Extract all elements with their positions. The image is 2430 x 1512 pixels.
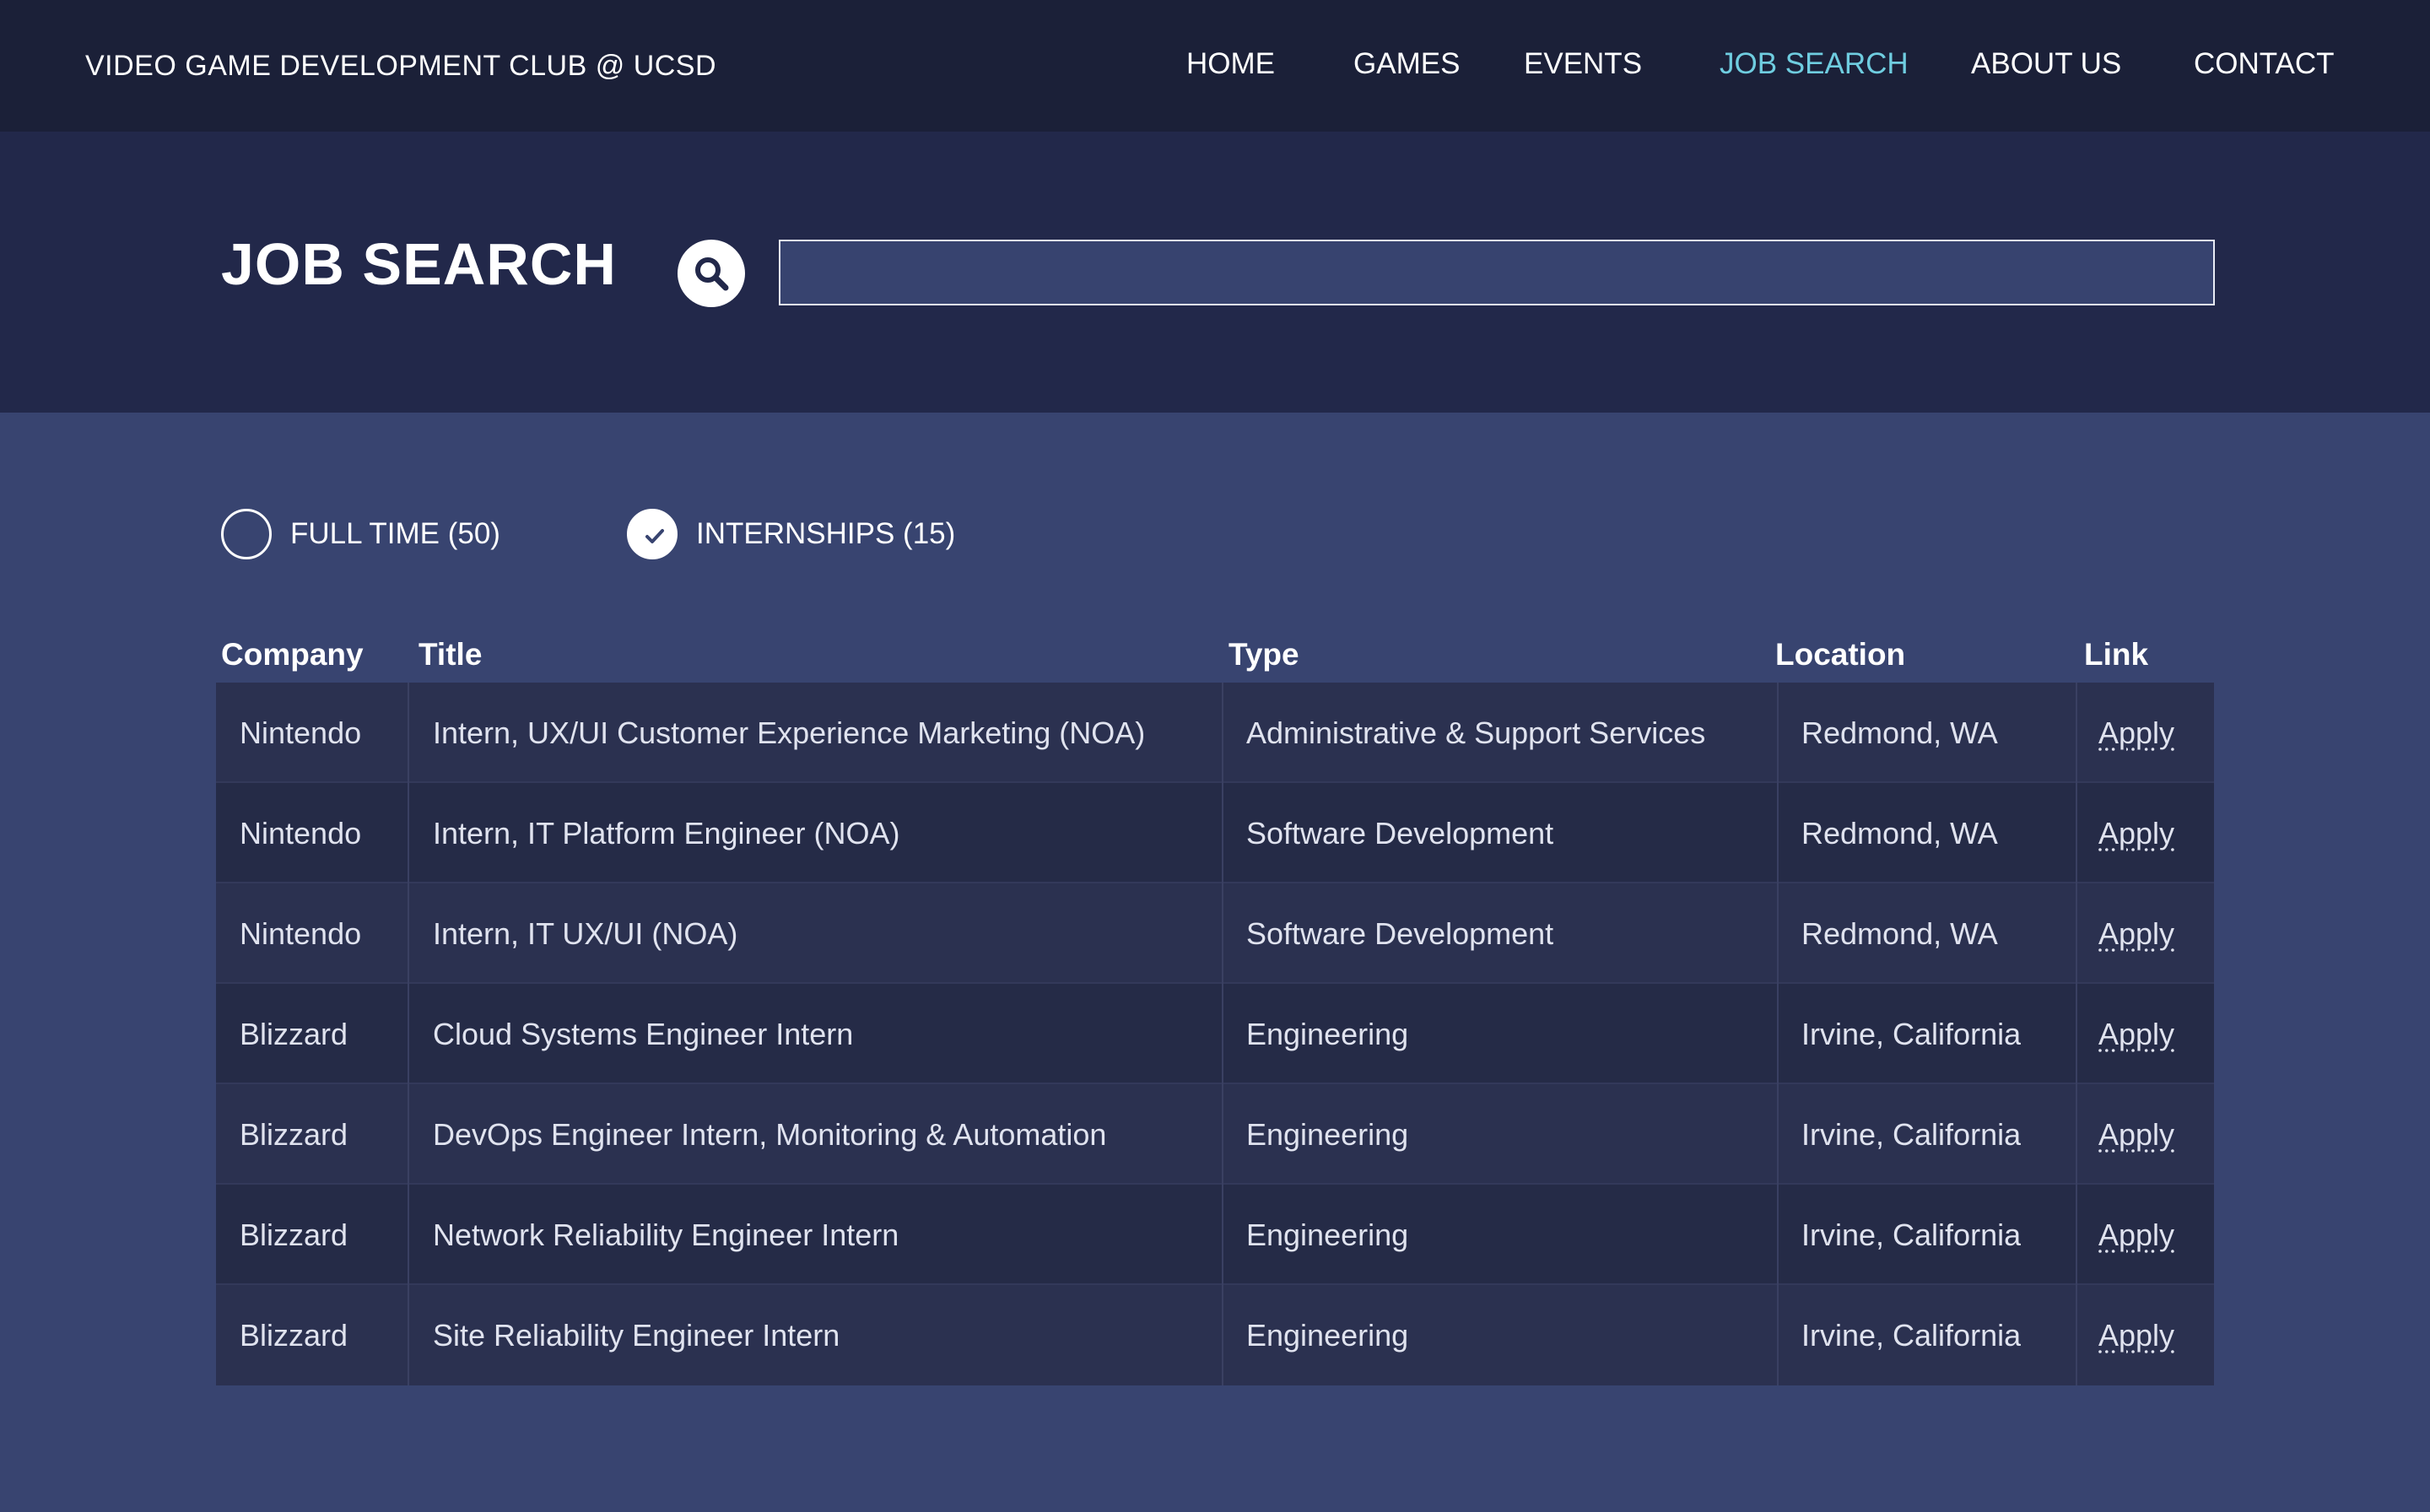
cell-location: Redmond, WA xyxy=(1801,716,1998,750)
column-header-company: Company xyxy=(221,637,364,672)
search-hero: JOB SEARCH xyxy=(0,132,2430,413)
jobs-table: Nintendo Intern, UX/UI Customer Experien… xyxy=(216,683,2214,1385)
apply-link[interactable]: Apply xyxy=(2098,1318,2174,1353)
table-row: Blizzard Cloud Systems Engineer Intern E… xyxy=(216,984,2214,1084)
column-divider xyxy=(2076,883,2077,984)
column-divider xyxy=(1222,1185,1223,1285)
column-divider xyxy=(1222,1285,1223,1385)
table-row: Nintendo Intern, UX/UI Customer Experien… xyxy=(216,683,2214,783)
table-row: Nintendo Intern, IT UX/UI (NOA) Software… xyxy=(216,883,2214,984)
nav-item-about-us[interactable]: ABOUT US xyxy=(1971,0,2121,128)
apply-link[interactable]: Apply xyxy=(2098,1017,2174,1051)
checkmark-icon xyxy=(645,529,664,543)
column-divider xyxy=(2076,1185,2077,1285)
column-divider xyxy=(408,1185,409,1285)
column-divider xyxy=(2076,683,2077,783)
cell-location: Irvine, California xyxy=(1801,1218,2022,1252)
apply-link[interactable]: Apply xyxy=(2098,916,2174,951)
column-divider xyxy=(1777,1084,1779,1185)
filter-internships-label: INTERNSHIPS (15) xyxy=(696,517,956,550)
cell-type: Engineering xyxy=(1246,1318,1409,1353)
cell-title: Cloud Systems Engineer Intern xyxy=(433,1017,854,1051)
column-divider xyxy=(408,683,409,783)
column-divider xyxy=(408,783,409,883)
column-divider xyxy=(1222,783,1223,883)
navbar: VIDEO GAME DEVELOPMENT CLUB @ UCSD HOME … xyxy=(0,0,2430,132)
column-header-link: Link xyxy=(2084,637,2149,672)
table-header: Company Title Type Location Link xyxy=(0,634,2430,675)
filter-internships[interactable]: INTERNSHIPS (15) xyxy=(627,508,955,560)
column-divider xyxy=(1222,984,1223,1084)
column-divider xyxy=(408,984,409,1084)
table-row: Blizzard Network Reliability Engineer In… xyxy=(216,1185,2214,1285)
column-divider xyxy=(2076,783,2077,883)
cell-company: Blizzard xyxy=(240,1218,348,1252)
cell-type: Engineering xyxy=(1246,1017,1409,1051)
column-divider xyxy=(1222,683,1223,783)
cell-company: Blizzard xyxy=(240,1017,348,1051)
full-time-radio[interactable] xyxy=(221,509,272,559)
column-divider xyxy=(1777,1285,1779,1385)
cell-location: Irvine, California xyxy=(1801,1117,2022,1152)
cell-company: Nintendo xyxy=(240,916,362,951)
cell-company: Nintendo xyxy=(240,716,362,750)
nav-item-games[interactable]: GAMES xyxy=(1353,0,1460,128)
cell-title: Network Reliability Engineer Intern xyxy=(433,1218,899,1252)
cell-type: Software Development xyxy=(1246,816,1554,850)
nav-item-home[interactable]: HOME xyxy=(1186,0,1275,128)
apply-link[interactable]: Apply xyxy=(2098,1218,2174,1252)
search-input[interactable] xyxy=(779,240,2215,305)
cell-location: Irvine, California xyxy=(1801,1017,2022,1051)
cell-location: Irvine, California xyxy=(1801,1318,2022,1353)
column-header-location: Location xyxy=(1775,637,1906,672)
table-row: Blizzard Site Reliability Engineer Inter… xyxy=(216,1285,2214,1385)
column-divider xyxy=(1777,883,1779,984)
column-divider xyxy=(2076,984,2077,1084)
cell-type: Engineering xyxy=(1246,1218,1409,1252)
column-divider xyxy=(2076,1084,2077,1185)
cell-company: Blizzard xyxy=(240,1117,348,1152)
filter-full-time[interactable]: FULL TIME (50) xyxy=(221,508,500,560)
column-header-type: Type xyxy=(1228,637,1299,672)
search-button[interactable] xyxy=(678,240,745,307)
cell-title: Intern, IT Platform Engineer (NOA) xyxy=(433,816,900,850)
cell-title: Intern, UX/UI Customer Experience Market… xyxy=(433,716,1146,750)
table-row: Nintendo Intern, IT Platform Engineer (N… xyxy=(216,783,2214,883)
cell-type: Software Development xyxy=(1246,916,1554,951)
column-divider xyxy=(1222,1084,1223,1185)
apply-link[interactable]: Apply xyxy=(2098,816,2174,850)
internships-radio[interactable] xyxy=(627,509,678,559)
page-title: JOB SEARCH xyxy=(221,231,617,297)
nav-item-events[interactable]: EVENTS xyxy=(1524,0,1642,128)
column-divider xyxy=(1777,683,1779,783)
cell-company: Blizzard xyxy=(240,1318,348,1353)
column-divider xyxy=(1777,783,1779,883)
column-divider xyxy=(1777,1185,1779,1285)
table-row: Blizzard DevOps Engineer Intern, Monitor… xyxy=(216,1084,2214,1185)
column-header-title: Title xyxy=(418,637,483,672)
site-brand[interactable]: VIDEO GAME DEVELOPMENT CLUB @ UCSD xyxy=(85,0,716,132)
cell-title: DevOps Engineer Intern, Monitoring & Aut… xyxy=(433,1117,1107,1152)
column-divider xyxy=(408,1285,409,1385)
nav-item-contact[interactable]: CONTACT xyxy=(2194,0,2335,128)
apply-link[interactable]: Apply xyxy=(2098,716,2174,750)
cell-type: Administrative & Support Services xyxy=(1246,716,1706,750)
cell-location: Redmond, WA xyxy=(1801,916,1998,951)
cell-company: Nintendo xyxy=(240,816,362,850)
column-divider xyxy=(408,1084,409,1185)
cell-location: Redmond, WA xyxy=(1801,816,1998,850)
column-divider xyxy=(408,883,409,984)
filter-full-time-label: FULL TIME (50) xyxy=(290,517,500,550)
cell-type: Engineering xyxy=(1246,1117,1409,1152)
column-divider xyxy=(2076,1285,2077,1385)
nav-item-job-search[interactable]: JOB SEARCH xyxy=(1720,0,1909,128)
apply-link[interactable]: Apply xyxy=(2098,1117,2174,1152)
column-divider xyxy=(1777,984,1779,1084)
column-divider xyxy=(1222,883,1223,984)
cell-title: Site Reliability Engineer Intern xyxy=(433,1318,840,1353)
cell-title: Intern, IT UX/UI (NOA) xyxy=(433,916,738,951)
search-icon xyxy=(695,257,729,291)
